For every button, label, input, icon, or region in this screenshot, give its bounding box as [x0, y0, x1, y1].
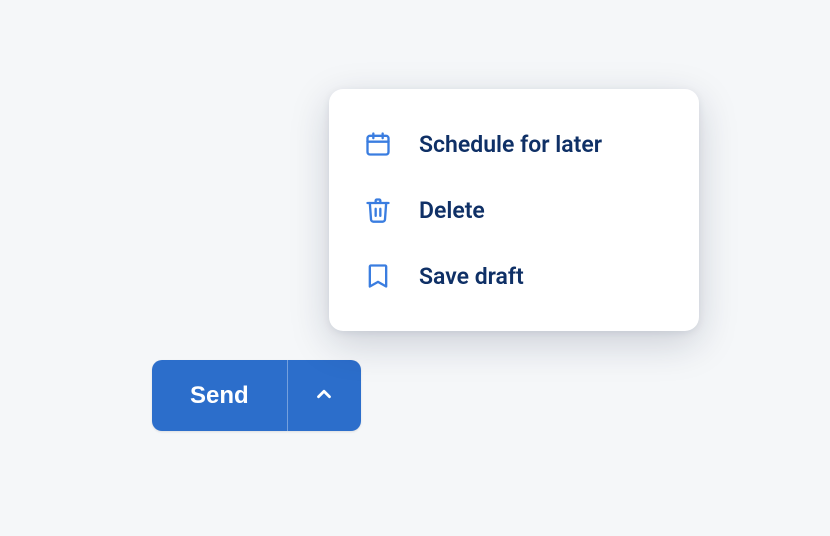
calendar-icon — [363, 129, 393, 159]
menu-item-schedule[interactable]: Schedule for later — [329, 111, 699, 177]
trash-icon — [363, 195, 393, 225]
bookmark-icon — [363, 261, 393, 291]
split-button: Send — [152, 360, 361, 431]
dropdown-toggle-button[interactable] — [287, 360, 361, 431]
send-button-label: Send — [190, 382, 249, 410]
menu-item-label: Save draft — [419, 263, 524, 290]
send-button[interactable]: Send — [152, 360, 287, 431]
menu-item-delete[interactable]: Delete — [329, 177, 699, 243]
menu-item-label: Schedule for later — [419, 131, 602, 158]
menu-item-save-draft[interactable]: Save draft — [329, 243, 699, 309]
chevron-up-icon — [313, 383, 335, 408]
dropdown-menu: Schedule for later Delete Save draft — [329, 89, 699, 331]
menu-item-label: Delete — [419, 197, 485, 224]
